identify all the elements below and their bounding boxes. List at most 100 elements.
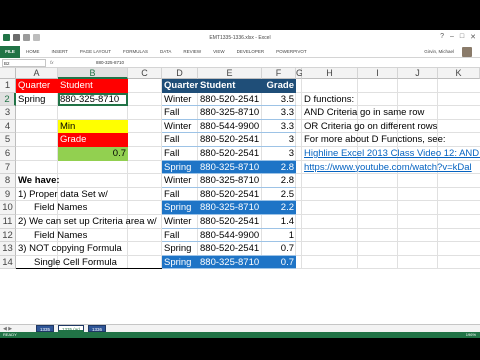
table-row-3-col-3[interactable]: 3.3 xyxy=(262,120,296,134)
table-row-7-col-1[interactable]: Winter xyxy=(162,174,198,188)
column-header-h[interactable]: H xyxy=(302,68,358,79)
table-header-quarter[interactable]: Quarter xyxy=(162,79,198,93)
tab-review[interactable]: REVIEW xyxy=(183,46,201,58)
criteria-value-quarter[interactable]: Spring xyxy=(16,93,58,107)
column-header-e[interactable]: E xyxy=(198,68,262,79)
tab-insert[interactable]: INSERT xyxy=(52,46,68,58)
row-header-6[interactable]: 6 xyxy=(0,147,16,161)
table-row-7-col-2[interactable]: 880-325-8710 xyxy=(198,174,262,188)
tab-developer[interactable]: DEVELOPER xyxy=(237,46,265,58)
table-row-10-col-1[interactable]: Winter xyxy=(162,215,198,229)
formula-input[interactable]: 880-325-8710 xyxy=(96,59,476,67)
criteria-value-student[interactable]: 880-325-8710 xyxy=(58,92,128,107)
table-header-student[interactable]: Student xyxy=(198,79,262,93)
tab-powerpivot[interactable]: POWERPIVOT xyxy=(276,46,307,58)
table-row-7-col-3[interactable]: 2.8 xyxy=(262,174,296,188)
table-row-3-col-1[interactable]: Winter xyxy=(162,120,198,134)
row-header-1[interactable]: 1 xyxy=(0,79,16,93)
criteria-header-quarter[interactable]: Quarter xyxy=(16,79,58,93)
row-header-10[interactable]: 10 xyxy=(0,201,16,215)
criteria-header-student[interactable]: Student xyxy=(58,79,128,93)
tab-page-layout[interactable]: PAGE LAYOUT xyxy=(80,46,111,58)
table-row-9-col-2[interactable]: 880-325-8710 xyxy=(198,201,262,215)
row-header-11[interactable]: 11 xyxy=(0,215,16,229)
row-header-14[interactable]: 14 xyxy=(0,255,16,270)
row-header-2[interactable]: 2 xyxy=(0,92,16,107)
table-row-6-col-3[interactable]: 2.8 xyxy=(262,160,296,175)
name-box[interactable]: B2 xyxy=(2,59,46,67)
table-row-2-col-3[interactable]: 3.3 xyxy=(262,106,296,120)
table-row-11-col-1[interactable]: Fall xyxy=(162,229,198,243)
table-row-10-col-3[interactable]: 1.4 xyxy=(262,215,296,229)
table-row-5-col-2[interactable]: 880-520-2541 xyxy=(198,147,262,161)
fx-icon[interactable]: fx xyxy=(50,59,54,67)
table-row-9-col-1[interactable]: Spring xyxy=(162,201,198,215)
column-header-c[interactable]: C xyxy=(128,68,162,79)
note-right-6[interactable]: https://www.youtube.com/watch?v=kDal xyxy=(302,161,480,175)
table-row-2-col-2[interactable]: 880-325-8710 xyxy=(198,106,262,120)
row-header-13[interactable]: 13 xyxy=(0,242,16,256)
row-header-4[interactable]: 4 xyxy=(0,119,16,134)
close-button[interactable]: ✕ xyxy=(470,33,476,41)
table-row-4-col-1[interactable]: Fall xyxy=(162,133,198,147)
row-header-8[interactable]: 8 xyxy=(0,174,16,188)
column-header-f[interactable]: F xyxy=(262,68,296,79)
table-row-13-col-1[interactable]: Spring xyxy=(162,255,198,270)
table-header-grade[interactable]: Grade xyxy=(262,79,296,93)
table-row-1-col-3[interactable]: 3.5 xyxy=(262,93,296,107)
tab-data[interactable]: DATA xyxy=(160,46,171,58)
table-row-1-col-2[interactable]: 880-520-2541 xyxy=(198,93,262,107)
tab-view[interactable]: VIEW xyxy=(213,46,225,58)
minimize-button[interactable]: – xyxy=(450,33,454,41)
note-right-5[interactable]: Highline Excel 2013 Class Video 12: AND … xyxy=(302,147,480,161)
table-row-6-col-1[interactable]: Spring xyxy=(162,160,198,175)
sheet-tab-1335[interactable]: 1335 xyxy=(36,325,55,332)
table-row-12-col-1[interactable]: Spring xyxy=(162,242,198,256)
table-row-13-col-3[interactable]: 0.7 xyxy=(262,255,296,270)
row-header-12[interactable]: 12 xyxy=(0,228,16,243)
column-header-d[interactable]: D xyxy=(162,68,198,79)
table-row-5-col-1[interactable]: Fall xyxy=(162,147,198,161)
row-header-3[interactable]: 3 xyxy=(0,106,16,120)
table-row-8-col-1[interactable]: Fall xyxy=(162,188,198,202)
help-button[interactable]: ? xyxy=(440,33,444,41)
column-header-i[interactable]: I xyxy=(358,68,398,79)
zoom-level[interactable]: 196% xyxy=(466,332,476,338)
column-header-j[interactable]: J xyxy=(398,68,438,79)
grade-label[interactable]: Grade xyxy=(58,133,128,147)
table-row-9-col-3[interactable]: 2.2 xyxy=(262,201,296,215)
column-header-b[interactable]: B xyxy=(58,68,128,79)
table-row-5-col-3[interactable]: 3 xyxy=(262,147,296,161)
table-row-3-col-2[interactable]: 880-544-9900 xyxy=(198,120,262,134)
table-row-1-col-1[interactable]: Winter xyxy=(162,93,198,107)
select-all-corner[interactable] xyxy=(0,68,16,79)
table-row-6-col-2[interactable]: 880-325-8710 xyxy=(198,160,262,175)
row-header-9[interactable]: 9 xyxy=(0,187,16,202)
table-row-11-col-3[interactable]: 1 xyxy=(262,229,296,243)
table-row-12-col-2[interactable]: 880-520-2541 xyxy=(198,242,262,256)
user-name[interactable]: Girvin, Michael xyxy=(424,46,454,58)
worksheet-grid[interactable]: A B C D E F G H I J K 1 2 3 4 5 6 7 8 9 10 11 12 13 14 Quarter Stu… xyxy=(0,68,480,324)
table-row-8-col-2[interactable]: 880-520-2541 xyxy=(198,188,262,202)
sheet-tab-1336[interactable]: 1336 xyxy=(88,325,107,332)
sheet-tab-1335-ar[interactable]: 1335 (ar) xyxy=(58,325,85,332)
table-row-4-col-2[interactable]: 880-520-2541 xyxy=(198,133,262,147)
tab-formulas[interactable]: FORMULAS xyxy=(123,46,148,58)
table-row-11-col-2[interactable]: 880-544-9900 xyxy=(198,229,262,243)
column-header-a[interactable]: A xyxy=(16,68,58,79)
tab-home[interactable]: HOME xyxy=(26,46,40,58)
table-row-8-col-3[interactable]: 2.5 xyxy=(262,188,296,202)
table-row-10-col-2[interactable]: 880-520-2541 xyxy=(198,215,262,229)
tab-file[interactable]: FILE xyxy=(0,46,20,58)
row-header-5[interactable]: 5 xyxy=(0,133,16,147)
column-header-k[interactable]: K xyxy=(438,68,480,79)
min-label[interactable]: Min xyxy=(58,119,128,134)
min-result-value[interactable]: 0.7 xyxy=(58,147,128,161)
maximize-button[interactable]: □ xyxy=(460,33,464,41)
table-row-12-col-3[interactable]: 0.7 xyxy=(262,242,296,256)
table-row-2-col-1[interactable]: Fall xyxy=(162,106,198,120)
avatar[interactable] xyxy=(462,47,472,57)
table-row-4-col-3[interactable]: 3 xyxy=(262,133,296,147)
table-row-13-col-2[interactable]: 880-325-8710 xyxy=(198,255,262,270)
row-header-7[interactable]: 7 xyxy=(0,160,16,175)
